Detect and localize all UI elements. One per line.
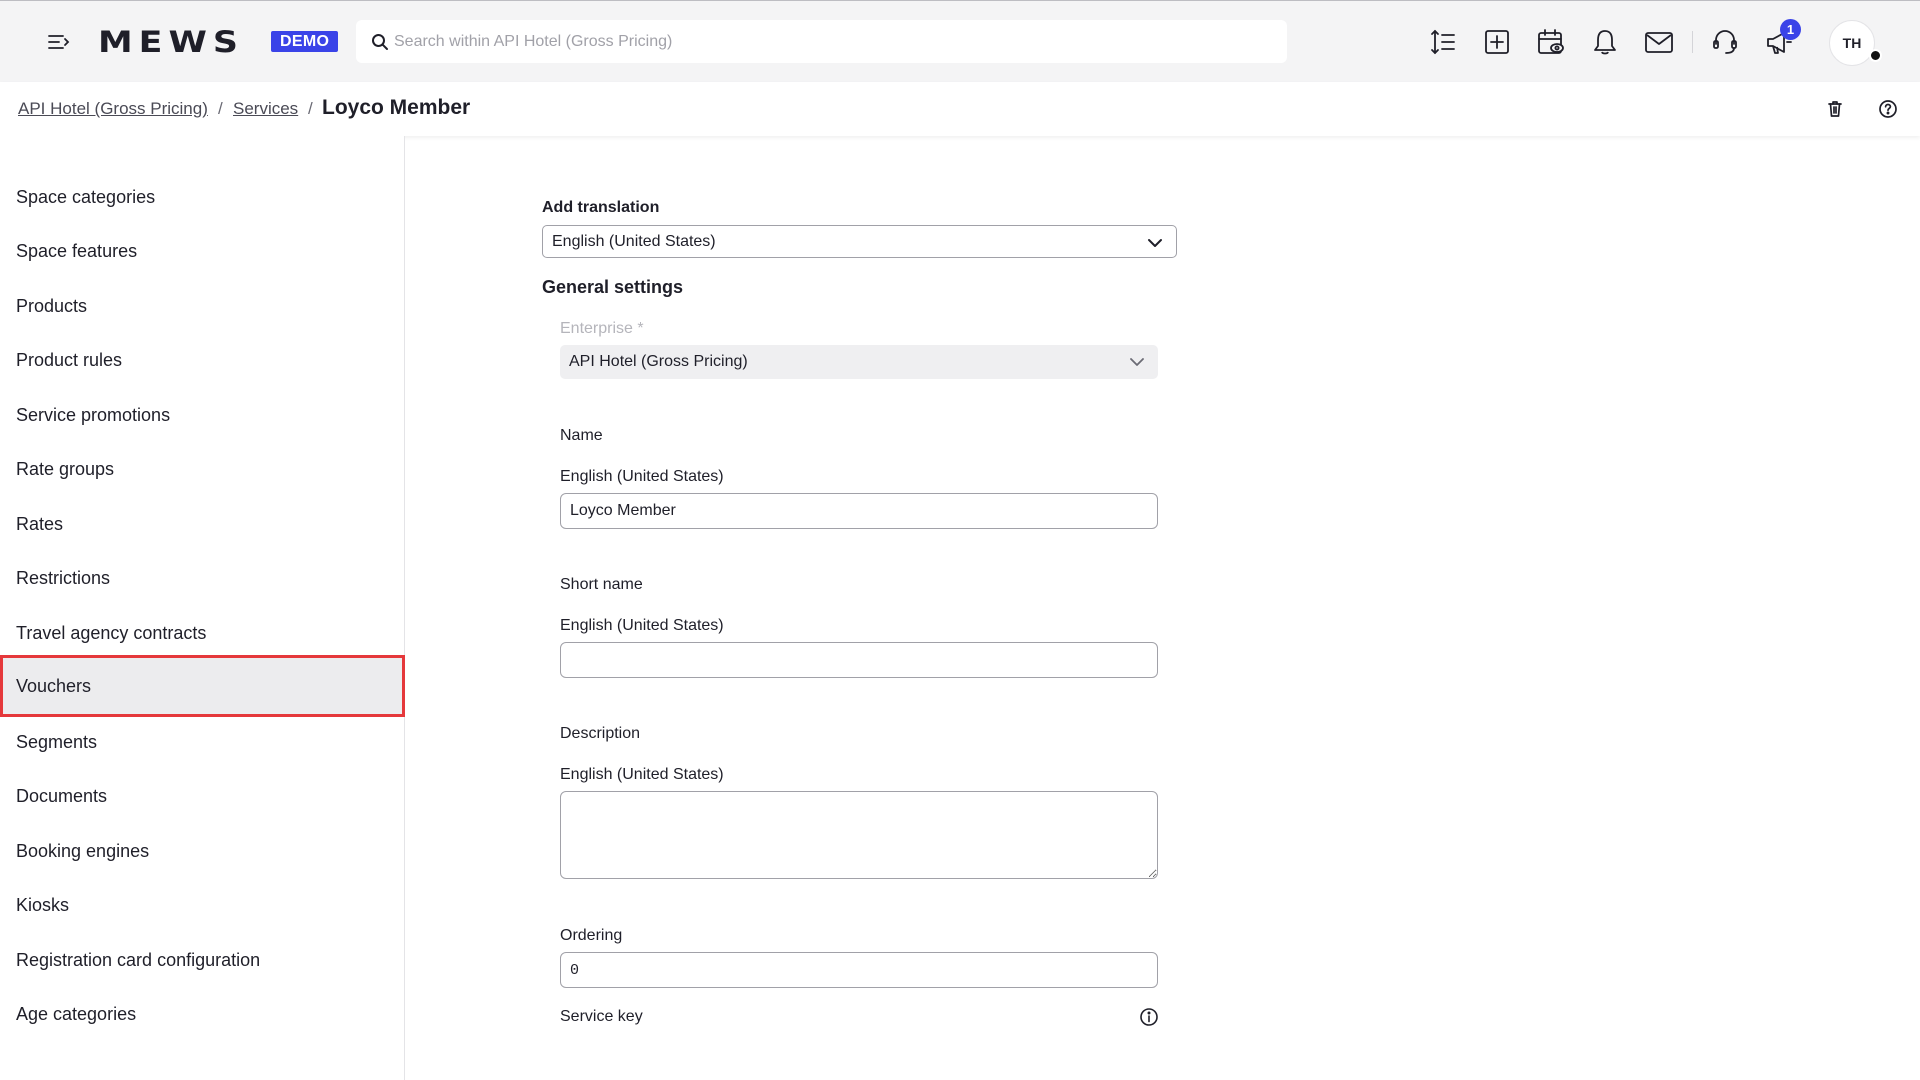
chevron-down-icon: [1148, 239, 1162, 247]
add-translation-select[interactable]: English (United States): [542, 225, 1177, 258]
enterprise-select: API Hotel (Gross Pricing): [560, 345, 1158, 379]
page-title: Loyco Member: [322, 96, 471, 119]
menu-icon[interactable]: [46, 30, 70, 54]
sidebar-item-rate-groups[interactable]: Rate groups: [0, 442, 405, 496]
toolbar-divider: [1692, 31, 1693, 53]
sort-lines-icon[interactable]: [1426, 25, 1460, 59]
description-textarea[interactable]: [560, 791, 1158, 879]
top-bar: MEWS DEMO Search within API Hotel (Gross…: [0, 0, 1920, 82]
sidebar-item-documents[interactable]: Documents: [0, 769, 405, 823]
breadcrumb: API Hotel (Gross Pricing) / Services / L…: [0, 82, 1920, 136]
short-name-label: Short name: [560, 576, 643, 593]
sidebar-item-kiosks[interactable]: Kiosks: [0, 878, 405, 932]
breadcrumb-separator: /: [308, 99, 313, 118]
enterprise-value: API Hotel (Gross Pricing): [569, 353, 748, 370]
sidebar-item-vouchers[interactable]: Vouchers: [0, 655, 405, 717]
bell-icon[interactable]: [1588, 25, 1622, 59]
breadcrumb-link-services[interactable]: Services: [233, 99, 298, 119]
enterprise-label: Enterprise *: [560, 320, 644, 337]
description-label: Description: [560, 725, 641, 742]
notification-count-badge: 1: [1780, 19, 1801, 40]
demo-badge: DEMO: [271, 31, 339, 52]
add-square-icon[interactable]: [1480, 25, 1514, 59]
avatar-status-dot: [1869, 49, 1882, 62]
sidebar-item-space-categories[interactable]: Space categories: [0, 170, 405, 224]
sidebar-item-service-promotions[interactable]: Service promotions: [0, 388, 405, 442]
sidebar: Space categories Space features Products…: [0, 136, 405, 1080]
sidebar-item-booking-engines[interactable]: Booking engines: [0, 824, 405, 878]
short-name-language-label: English (United States): [560, 617, 724, 634]
sidebar-item-restrictions[interactable]: Restrictions: [0, 551, 405, 605]
name-label: Name: [560, 427, 603, 444]
sidebar-item-travel-agency-contracts[interactable]: Travel agency contracts: [0, 606, 405, 660]
trash-icon[interactable]: [1824, 98, 1846, 120]
avatar[interactable]: TH: [1829, 20, 1875, 66]
ordering-label: Ordering: [560, 927, 623, 944]
general-settings-heading: General settings: [542, 277, 684, 297]
sidebar-item-registration-card-configuration[interactable]: Registration card configuration: [0, 933, 405, 987]
sidebar-item-age-categories[interactable]: Age categories: [0, 987, 405, 1041]
add-translation-label: Add translation: [542, 199, 660, 216]
search-bar[interactable]: [356, 20, 1287, 63]
sidebar-item-space-features[interactable]: Space features: [0, 224, 405, 278]
name-language-label: English (United States): [560, 468, 724, 485]
breadcrumb-separator: /: [218, 99, 223, 118]
calendar-view-icon[interactable]: [1534, 25, 1568, 59]
ordering-input[interactable]: [560, 952, 1158, 988]
search-input[interactable]: [394, 20, 1274, 63]
name-input[interactable]: [560, 493, 1158, 529]
breadcrumb-link-enterprise[interactable]: API Hotel (Gross Pricing): [18, 99, 208, 119]
description-language-label: English (United States): [560, 766, 724, 783]
headset-icon[interactable]: [1708, 25, 1742, 59]
mail-icon[interactable]: [1642, 25, 1676, 59]
sidebar-item-product-rules[interactable]: Product rules: [0, 333, 405, 387]
mews-logo[interactable]: MEWS: [98, 27, 244, 57]
search-icon: [372, 34, 388, 50]
short-name-input[interactable]: [560, 642, 1158, 678]
sidebar-item-rates[interactable]: Rates: [0, 497, 405, 551]
chevron-down-icon: [1130, 358, 1144, 366]
sidebar-item-products[interactable]: Products: [0, 279, 405, 333]
add-translation-value: English (United States): [552, 233, 716, 250]
help-icon[interactable]: [1877, 98, 1899, 120]
logo-text: MEWS: [98, 27, 244, 57]
info-icon[interactable]: [1139, 1007, 1159, 1027]
sidebar-item-segments[interactable]: Segments: [0, 715, 405, 769]
service-key-label: Service key: [560, 1008, 643, 1025]
